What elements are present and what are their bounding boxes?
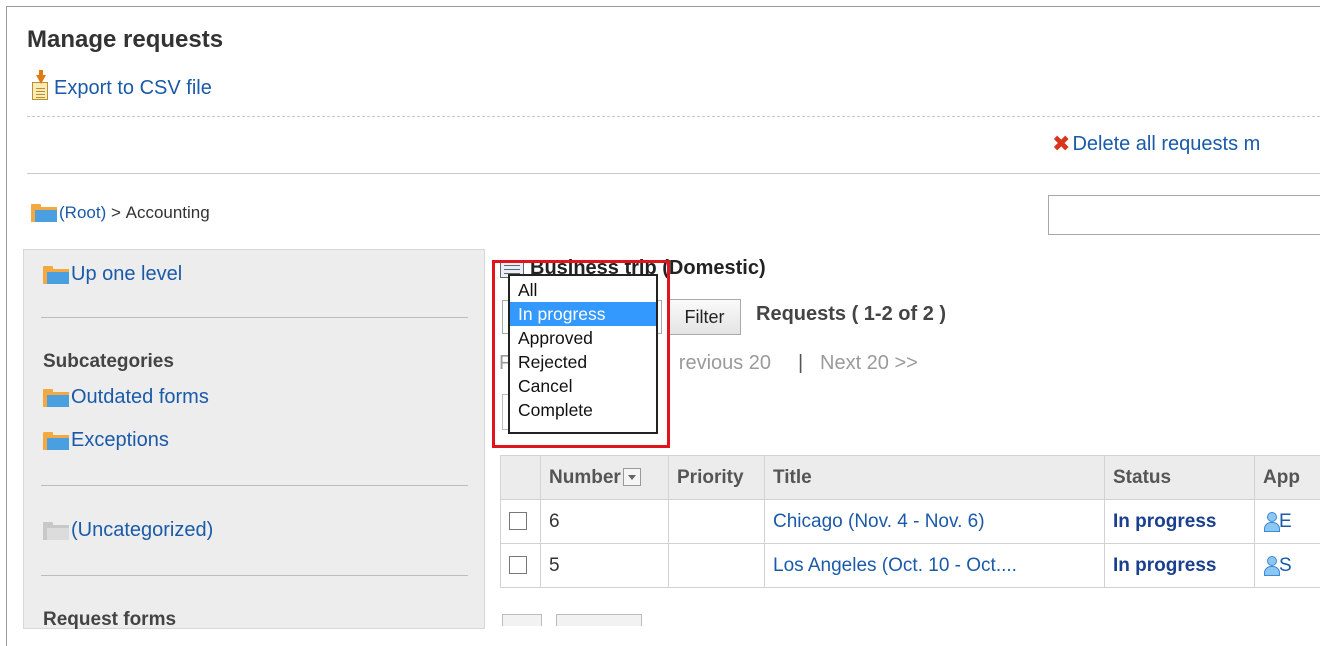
title-cell: Chicago (Nov. 4 - Nov. 6): [765, 500, 1105, 544]
status-dropdown-list[interactable]: All In progress Approved Rejected Cancel…: [508, 274, 658, 434]
divider: [27, 173, 1320, 174]
sidebar-item-label[interactable]: (Uncategorized): [71, 519, 213, 542]
status-column-header: Status: [1105, 456, 1255, 500]
applicant-link[interactable]: E: [1279, 511, 1292, 532]
table-row: 6 Chicago (Nov. 4 - Nov. 6) In progress …: [501, 500, 1320, 544]
page-title: Manage requests: [27, 26, 223, 54]
export-icon: [30, 75, 50, 101]
sidebar-item-label[interactable]: Outdated forms: [71, 386, 209, 409]
delete-all-requests-label[interactable]: Delete all requests m: [1072, 133, 1260, 156]
divider: [41, 485, 468, 486]
status-cell: In progress: [1105, 544, 1255, 588]
export-csv-link[interactable]: Export to CSV file: [30, 75, 212, 101]
request-title-link[interactable]: Chicago (Nov. 4 - Nov. 6): [773, 511, 985, 532]
row-checkbox-cell: [501, 544, 541, 588]
priority-column-header: Priority: [669, 456, 765, 500]
sidebar-item-outdated-forms[interactable]: Outdated forms: [43, 386, 209, 409]
requests-count: Requests ( 1-2 of 2 ): [756, 303, 946, 326]
folder-icon: [43, 432, 69, 450]
folder-icon: [43, 389, 69, 407]
search-input[interactable]: [1048, 195, 1320, 235]
priority-cell: [669, 544, 765, 588]
number-header-label: Number: [549, 467, 621, 488]
sidebar-item-exceptions[interactable]: Exceptions: [43, 429, 169, 452]
dropdown-option-selected[interactable]: In progress: [510, 302, 656, 326]
pager-prev-text: revious 20: [679, 352, 771, 374]
dropdown-option[interactable]: Cancel: [510, 374, 656, 398]
subcategories-heading: Subcategories: [43, 351, 174, 373]
number-column-header[interactable]: Number: [541, 456, 669, 500]
pager-next: Next 20 >>: [820, 352, 918, 375]
pager-prev: F revious 20: [666, 352, 771, 375]
user-icon: [1263, 511, 1279, 531]
applicant-link[interactable]: S: [1279, 555, 1292, 576]
status-text: In progress: [1113, 511, 1216, 532]
select-column-header: [501, 456, 541, 500]
folder-icon: [31, 204, 57, 222]
table-header-row: Number Priority Title Status App: [501, 456, 1320, 500]
up-one-level-link[interactable]: Up one level: [43, 263, 182, 286]
export-csv-label[interactable]: Export to CSV file: [54, 77, 212, 100]
breadcrumb-current: Accounting: [126, 203, 210, 223]
breadcrumb-root-link[interactable]: (Root): [59, 203, 106, 223]
divider: [41, 575, 468, 576]
request-title-link[interactable]: Los Angeles (Oct. 10 - Oct....: [773, 555, 1017, 576]
bottom-button-stub[interactable]: [502, 614, 542, 626]
sidebar-item-uncategorized[interactable]: (Uncategorized): [43, 519, 213, 542]
breadcrumb-separator: >: [106, 203, 125, 223]
applicant-column-header: App: [1255, 456, 1320, 500]
delete-all-requests-link[interactable]: ✖ Delete all requests m: [1052, 131, 1260, 157]
up-one-level-label[interactable]: Up one level: [71, 263, 182, 286]
status-text: In progress: [1113, 555, 1216, 576]
requests-table: Number Priority Title Status App 6 Chica…: [500, 455, 1320, 588]
number-cell: 6: [541, 500, 669, 544]
pager-separator: |: [798, 352, 803, 375]
applicant-cell: S: [1255, 544, 1320, 588]
divider: [41, 317, 468, 318]
row-checkbox-cell: [501, 500, 541, 544]
delete-x-icon: ✖: [1052, 131, 1070, 157]
user-icon: [1263, 555, 1279, 575]
table-row: 5 Los Angeles (Oct. 10 - Oct.... In prog…: [501, 544, 1320, 588]
applicant-cell: E: [1255, 500, 1320, 544]
dropdown-option[interactable]: Rejected: [510, 350, 656, 374]
folder-icon: [43, 522, 69, 540]
sort-menu-icon[interactable]: [623, 468, 641, 486]
priority-cell: [669, 500, 765, 544]
sidebar-item-label[interactable]: Exceptions: [71, 429, 169, 452]
status-cell: In progress: [1105, 500, 1255, 544]
row-checkbox[interactable]: [509, 512, 527, 530]
breadcrumb: (Root) > Accounting: [31, 203, 210, 223]
sidebar: Up one level Subcategories Outdated form…: [23, 249, 485, 629]
request-forms-heading: Request forms: [43, 609, 176, 631]
title-column-header: Title: [765, 456, 1105, 500]
folder-icon: [43, 266, 69, 284]
filter-button[interactable]: Filter: [668, 299, 741, 335]
dropdown-option[interactable]: All: [510, 278, 656, 302]
title-cell: Los Angeles (Oct. 10 - Oct....: [765, 544, 1105, 588]
row-checkbox[interactable]: [509, 556, 527, 574]
dropdown-option[interactable]: Complete: [510, 398, 656, 422]
bottom-button-stub[interactable]: [556, 614, 642, 626]
number-cell: 5: [541, 544, 669, 588]
dropdown-option[interactable]: Approved: [510, 326, 656, 350]
divider: [27, 116, 1320, 117]
